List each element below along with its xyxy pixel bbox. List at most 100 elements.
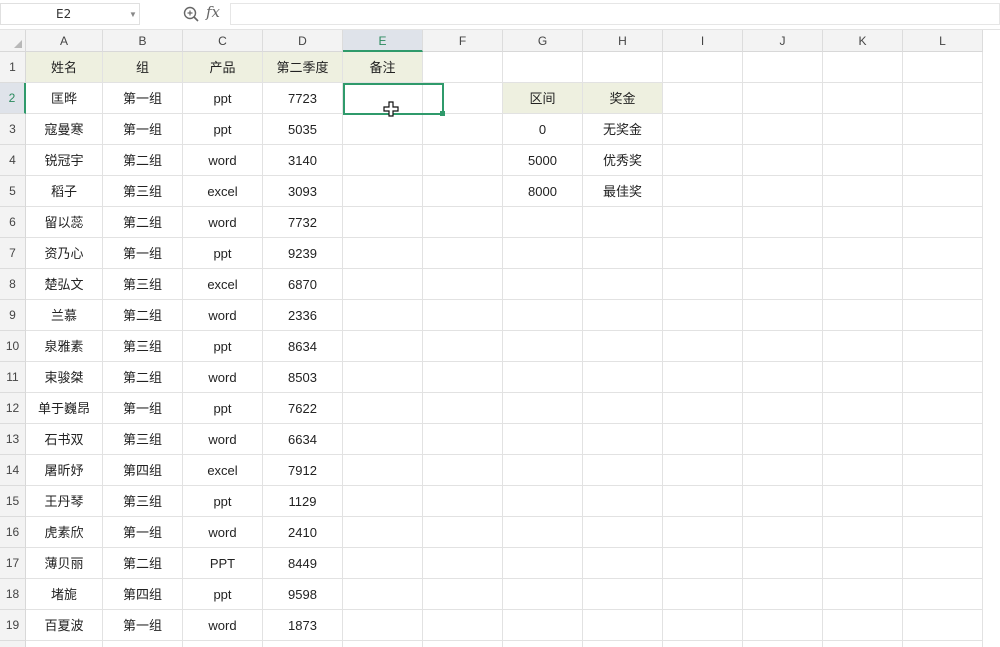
cell-c13[interactable]: word <box>183 424 263 455</box>
cell-e8[interactable] <box>343 269 423 300</box>
cell-j3[interactable] <box>743 114 823 145</box>
cell-l15[interactable] <box>903 486 983 517</box>
row-header-8[interactable]: 8 <box>0 269 26 300</box>
cell-g4[interactable]: 5000 <box>503 145 583 176</box>
cell-j17[interactable] <box>743 548 823 579</box>
cell-f8[interactable] <box>423 269 503 300</box>
cell-l8[interactable] <box>903 269 983 300</box>
cell-h11[interactable] <box>583 362 663 393</box>
cell-k12[interactable] <box>823 393 903 424</box>
column-header-c[interactable]: C <box>183 30 263 52</box>
column-header-k[interactable]: K <box>823 30 903 52</box>
cell-b7[interactable]: 第一组 <box>103 238 183 269</box>
cell-l13[interactable] <box>903 424 983 455</box>
cell-a3[interactable]: 寇曼寒 <box>26 114 103 145</box>
cell-d14[interactable]: 7912 <box>263 455 343 486</box>
cell-g6[interactable] <box>503 207 583 238</box>
cell-k3[interactable] <box>823 114 903 145</box>
cell-g9[interactable] <box>503 300 583 331</box>
cell-j1[interactable] <box>743 52 823 83</box>
fx-icon[interactable]: fx <box>206 3 220 21</box>
cell-f10[interactable] <box>423 331 503 362</box>
cell-e19[interactable] <box>343 610 423 641</box>
cell-g5[interactable]: 8000 <box>503 176 583 207</box>
cell-b8[interactable]: 第三组 <box>103 269 183 300</box>
cell-j11[interactable] <box>743 362 823 393</box>
cell-e5[interactable] <box>343 176 423 207</box>
cell-b10[interactable]: 第三组 <box>103 331 183 362</box>
row-header-14[interactable]: 14 <box>0 455 26 486</box>
cell-i17[interactable] <box>663 548 743 579</box>
cell-a20[interactable] <box>26 641 103 647</box>
cell-h13[interactable] <box>583 424 663 455</box>
cell-l9[interactable] <box>903 300 983 331</box>
cell-b15[interactable]: 第三组 <box>103 486 183 517</box>
cell-a11[interactable]: 束骏桀 <box>26 362 103 393</box>
cell-a7[interactable]: 资乃心 <box>26 238 103 269</box>
cell-c11[interactable]: word <box>183 362 263 393</box>
cell-a15[interactable]: 王丹琴 <box>26 486 103 517</box>
column-header-e[interactable]: E <box>343 30 423 52</box>
row-header-1[interactable]: 1 <box>0 52 26 83</box>
cell-l11[interactable] <box>903 362 983 393</box>
cell-e15[interactable] <box>343 486 423 517</box>
cell-f18[interactable] <box>423 579 503 610</box>
cell-e9[interactable] <box>343 300 423 331</box>
cell-h20[interactable] <box>583 641 663 647</box>
cell-g11[interactable] <box>503 362 583 393</box>
cell-c4[interactable]: word <box>183 145 263 176</box>
cell-b6[interactable]: 第二组 <box>103 207 183 238</box>
cell-c2[interactable]: ppt <box>183 83 263 114</box>
cell-l18[interactable] <box>903 579 983 610</box>
cell-a4[interactable]: 锐冠宇 <box>26 145 103 176</box>
cell-i10[interactable] <box>663 331 743 362</box>
cell-a18[interactable]: 堵旎 <box>26 579 103 610</box>
cell-d1[interactable]: 第二季度 <box>263 52 343 83</box>
row-header-6[interactable]: 6 <box>0 207 26 238</box>
cell-k11[interactable] <box>823 362 903 393</box>
cell-a5[interactable]: 稻子 <box>26 176 103 207</box>
cell-f15[interactable] <box>423 486 503 517</box>
cell-f16[interactable] <box>423 517 503 548</box>
cell-j18[interactable] <box>743 579 823 610</box>
row-header-2[interactable]: 2 <box>0 83 26 114</box>
cell-b5[interactable]: 第三组 <box>103 176 183 207</box>
cell-e1[interactable]: 备注 <box>343 52 423 83</box>
row-header-9[interactable]: 9 <box>0 300 26 331</box>
cell-k9[interactable] <box>823 300 903 331</box>
cell-f2[interactable] <box>423 83 503 114</box>
column-header-g[interactable]: G <box>503 30 583 52</box>
cell-a12[interactable]: 单于巍昂 <box>26 393 103 424</box>
cell-g13[interactable] <box>503 424 583 455</box>
cell-l5[interactable] <box>903 176 983 207</box>
cell-h9[interactable] <box>583 300 663 331</box>
row-header-15[interactable]: 15 <box>0 486 26 517</box>
cell-b17[interactable]: 第二组 <box>103 548 183 579</box>
cell-j5[interactable] <box>743 176 823 207</box>
cell-j16[interactable] <box>743 517 823 548</box>
cell-j13[interactable] <box>743 424 823 455</box>
cell-d8[interactable]: 6870 <box>263 269 343 300</box>
cell-f14[interactable] <box>423 455 503 486</box>
cell-i1[interactable] <box>663 52 743 83</box>
row-header-13[interactable]: 13 <box>0 424 26 455</box>
cell-c3[interactable]: ppt <box>183 114 263 145</box>
cell-k19[interactable] <box>823 610 903 641</box>
cell-b13[interactable]: 第三组 <box>103 424 183 455</box>
cell-h3[interactable]: 无奖金 <box>583 114 663 145</box>
cell-j10[interactable] <box>743 331 823 362</box>
cell-i15[interactable] <box>663 486 743 517</box>
cell-h1[interactable] <box>583 52 663 83</box>
cell-i16[interactable] <box>663 517 743 548</box>
column-header-f[interactable]: F <box>423 30 503 52</box>
cell-d7[interactable]: 9239 <box>263 238 343 269</box>
cell-h19[interactable] <box>583 610 663 641</box>
cell-i8[interactable] <box>663 269 743 300</box>
cell-f20[interactable] <box>423 641 503 647</box>
cell-e6[interactable] <box>343 207 423 238</box>
cell-b16[interactable]: 第一组 <box>103 517 183 548</box>
column-header-h[interactable]: H <box>583 30 663 52</box>
cell-k15[interactable] <box>823 486 903 517</box>
cell-f6[interactable] <box>423 207 503 238</box>
cell-k17[interactable] <box>823 548 903 579</box>
